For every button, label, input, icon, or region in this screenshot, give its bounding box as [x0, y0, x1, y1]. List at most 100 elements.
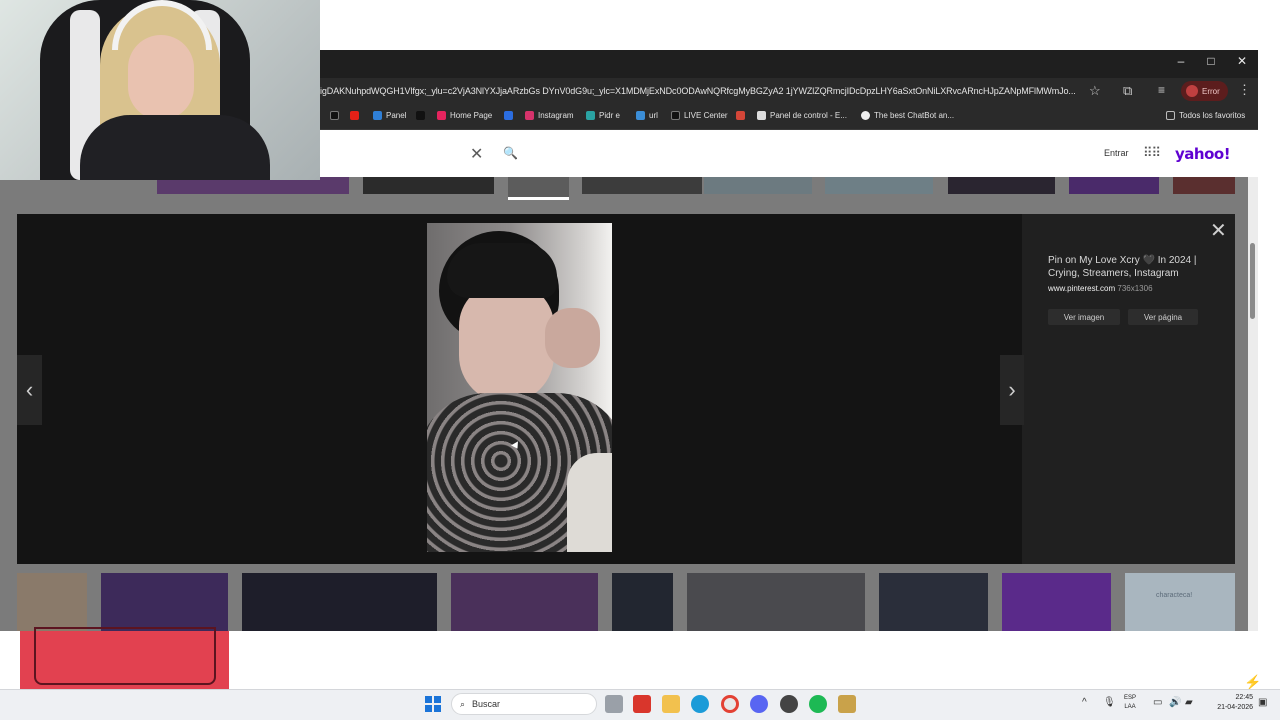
result-thumbnail[interactable]: [687, 573, 865, 631]
image-title[interactable]: Pin on My Love Xcry 🖤 In 2024 | Crying, …: [1048, 254, 1218, 280]
preview-image[interactable]: [427, 223, 612, 552]
dropbox-icon: [504, 111, 513, 120]
chrome-icon[interactable]: [721, 695, 739, 713]
result-thumbnail[interactable]: [1173, 177, 1235, 194]
result-thumbnail[interactable]: [451, 573, 598, 631]
clear-search-icon[interactable]: ✕: [470, 144, 483, 164]
profile-button[interactable]: Error: [1181, 81, 1228, 101]
profile-label: Error: [1202, 86, 1220, 96]
url-icon: [636, 111, 645, 120]
microphone-icon[interactable]: 🎙: [1103, 697, 1116, 708]
chatbot-icon: [861, 111, 870, 120]
minimize-button[interactable]: –: [1171, 54, 1191, 68]
bookmark-label: Home Page: [450, 111, 493, 120]
file-explorer-icon[interactable]: [662, 695, 680, 713]
scrollbar-thumb[interactable]: [1250, 243, 1255, 319]
bookmark-panel-de-control[interactable]: Panel de control - E...: [757, 111, 847, 120]
image-source[interactable]: www.pinterest.com 736x1306: [1048, 284, 1153, 293]
close-lightbox-icon[interactable]: ✕: [1210, 218, 1227, 243]
notification-icon[interactable]: ▣: [1258, 697, 1267, 708]
media-control-icon[interactable]: ≡: [1158, 83, 1165, 97]
bookmark-chatbot[interactable]: The best ChatBot an...: [861, 111, 954, 120]
wps-office-icon[interactable]: [633, 695, 651, 713]
result-thumbnail[interactable]: [1125, 573, 1235, 631]
bookmark-live-center[interactable]: LIVE Center: [671, 111, 728, 120]
battery-icon[interactable]: ▰: [1185, 697, 1193, 708]
bookmark-instagram[interactable]: Instagram: [525, 111, 574, 120]
result-thumbnail[interactable]: [582, 177, 702, 194]
obs-icon[interactable]: [780, 695, 798, 713]
taskbar-search[interactable]: ⌕ Buscar: [451, 693, 597, 715]
view-page-button[interactable]: Ver página: [1128, 309, 1198, 325]
document-icon: [757, 111, 766, 120]
tiktok-icon: [671, 111, 680, 120]
yahoo-logo[interactable]: yahoo!: [1175, 145, 1231, 163]
next-image-button[interactable]: ›: [1000, 355, 1024, 425]
task-view-icon[interactable]: [605, 695, 623, 713]
paypal-icon: [373, 111, 382, 120]
clock-time: 22:45: [1235, 694, 1253, 701]
result-thumbnail[interactable]: [879, 573, 988, 631]
result-thumbnail[interactable]: [17, 573, 87, 631]
photo-face: [459, 283, 554, 403]
result-thumbnail[interactable]: [101, 573, 228, 631]
bookmark-label: Instagram: [538, 111, 574, 120]
apps-grid-icon[interactable]: ⠿⠿: [1143, 145, 1161, 161]
result-thumbnail[interactable]: [363, 177, 494, 194]
discord-icon[interactable]: [750, 695, 768, 713]
view-image-button[interactable]: Ver imagen: [1048, 309, 1120, 325]
webcam-overlay: [0, 0, 320, 180]
page-scrollbar[interactable]: [1248, 177, 1258, 631]
source-domain: www.pinterest.com: [1048, 284, 1116, 293]
bookmark-label: The best ChatBot an...: [874, 111, 955, 120]
bookmark-gmail[interactable]: [736, 111, 745, 120]
bookmark-x[interactable]: [416, 111, 425, 120]
edge-icon[interactable]: [691, 695, 709, 713]
bookmark-label: Pidr e: [599, 111, 620, 120]
result-thumbnail[interactable]: [612, 573, 673, 631]
folder-icon: [1166, 111, 1175, 120]
instagram-icon: [525, 111, 534, 120]
bookmark-panel[interactable]: Panel: [373, 111, 406, 120]
bookmark-youtube[interactable]: [350, 111, 359, 120]
maximize-button[interactable]: □: [1201, 54, 1221, 68]
language-indicator[interactable]: ESP LAA: [1124, 694, 1136, 712]
streamer-hoodie: [80, 115, 270, 180]
search-icon[interactable]: 🔍: [503, 146, 518, 160]
spotify-icon[interactable]: [809, 695, 827, 713]
bookmark-dropbox[interactable]: [504, 111, 513, 120]
result-thumbnail[interactable]: [825, 177, 933, 194]
browser-titlebar: [320, 50, 1258, 78]
result-thumbnail-selected[interactable]: [508, 177, 569, 200]
sign-in-link[interactable]: Entrar: [1104, 148, 1129, 158]
close-window-button[interactable]: ✕: [1232, 54, 1252, 68]
kebab-menu-icon[interactable]: ⋮: [1238, 82, 1251, 98]
extensions-icon[interactable]: ⧉: [1123, 83, 1132, 99]
result-thumbnail[interactable]: [704, 177, 812, 194]
result-thumbnail[interactable]: [1002, 573, 1111, 631]
layout-code: LAA: [1124, 704, 1136, 710]
system-clock[interactable]: 22:45 21-04-2026: [1205, 693, 1253, 713]
result-thumbnail[interactable]: [242, 573, 437, 631]
screen: – □ ✕ igDAKNuhpdWQGH1Vlfgx;_ylu=c2VjA3Nl…: [0, 0, 1280, 720]
bookmark-tiktok[interactable]: [330, 111, 339, 120]
bookmark-home-page[interactable]: Home Page: [437, 111, 492, 120]
bookmark-pidr[interactable]: Pidr e: [586, 111, 620, 120]
windows-start-icon[interactable]: [425, 696, 441, 712]
league-client-icon[interactable]: [838, 695, 856, 713]
bookmark-star-icon[interactable]: ☆: [1089, 83, 1101, 99]
network-icon[interactable]: ▭: [1153, 697, 1162, 708]
bookmark-label: Todos los favoritos: [1179, 111, 1246, 120]
bookmark-label: Panel de control - E...: [770, 111, 847, 120]
result-thumbnail[interactable]: [948, 177, 1055, 194]
bookmark-url[interactable]: url: [636, 111, 658, 120]
previous-image-button[interactable]: ‹: [17, 355, 42, 425]
result-thumbnail[interactable]: [1069, 177, 1159, 194]
url-field[interactable]: igDAKNuhpdWQGH1Vlfgx;_ylu=c2VjA3NlYXJjaA…: [320, 86, 1085, 96]
volume-icon[interactable]: 🔊: [1169, 697, 1181, 708]
bookmark-all-favorites[interactable]: Todos los favoritos: [1166, 111, 1245, 120]
image-dimensions: 736x1306: [1117, 284, 1153, 293]
home-page-icon: [437, 111, 446, 120]
avatar: [1186, 85, 1198, 97]
tray-overflow-icon[interactable]: ^: [1082, 697, 1087, 708]
